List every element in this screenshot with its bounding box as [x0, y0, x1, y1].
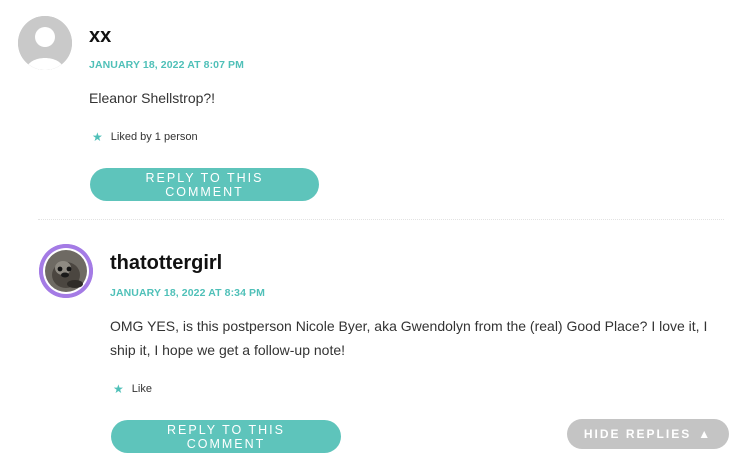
like-label[interactable]: Like	[132, 383, 152, 395]
avatar[interactable]	[39, 244, 93, 298]
reply-button[interactable]: REPLY TO THIS COMMENT	[90, 168, 319, 201]
like-status: ★ Liked by 1 person	[92, 130, 198, 144]
like-button[interactable]: ★ Like	[113, 382, 152, 396]
comment-date[interactable]: JANUARY 18, 2022 AT 8:34 PM	[110, 287, 265, 299]
hide-replies-button[interactable]: HIDE REPLIES ▲	[567, 419, 729, 449]
triangle-up-icon: ▲	[698, 427, 713, 441]
reply-button[interactable]: REPLY TO THIS COMMENT	[111, 420, 341, 453]
comment-date[interactable]: JANUARY 18, 2022 AT 8:07 PM	[89, 59, 244, 71]
default-avatar-icon	[18, 16, 72, 70]
star-icon: ★	[92, 130, 103, 144]
comment-author[interactable]: thatottergirl	[110, 252, 222, 275]
otter-avatar	[39, 244, 93, 298]
avatar[interactable]	[18, 16, 72, 70]
comment-divider	[38, 219, 724, 220]
hide-replies-label: HIDE REPLIES	[583, 427, 692, 441]
comment-text: Eleanor Shellstrop?!	[89, 90, 216, 106]
star-icon: ★	[113, 382, 124, 396]
comment-author[interactable]: xx	[89, 25, 111, 48]
comment-text: OMG YES, is this postperson Nicole Byer,…	[110, 318, 708, 358]
like-label[interactable]: Liked by 1 person	[111, 131, 198, 143]
